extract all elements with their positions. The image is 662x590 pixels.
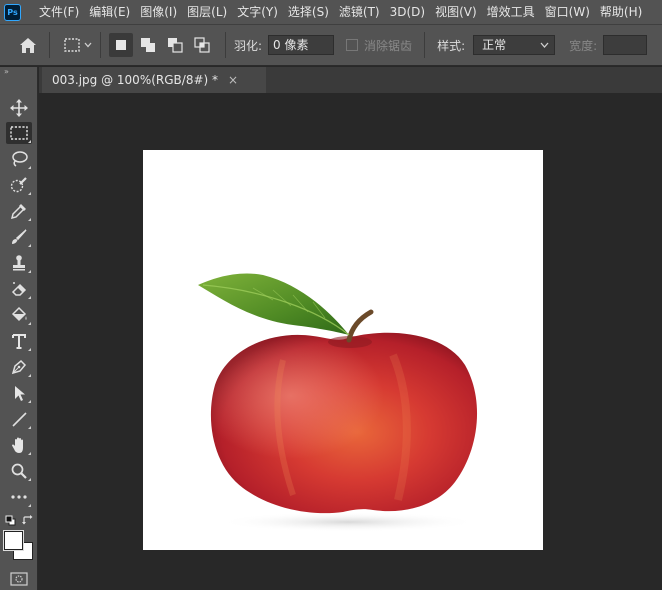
divider (424, 32, 426, 58)
menu-file[interactable]: 文件(F) (34, 0, 84, 24)
hand-tool[interactable] (6, 434, 32, 456)
menu-edit[interactable]: 编辑(E) (84, 0, 135, 24)
width-input[interactable] (603, 35, 648, 55)
new-selection-icon (116, 40, 126, 50)
intersect-selection-button[interactable] (190, 33, 214, 57)
menu-select[interactable]: 选择(S) (283, 0, 334, 24)
stamp-icon (13, 255, 25, 271)
style-select-value: 正常 (482, 38, 507, 52)
antialias-label: 消除锯齿 (364, 38, 413, 53)
eyedropper-icon (10, 204, 26, 220)
menu-plugins[interactable]: 增效工具 (482, 0, 540, 24)
canvas-workspace[interactable] (39, 93, 662, 590)
quick-selection-icon (10, 177, 27, 193)
add-selection-icon (141, 38, 155, 52)
divider (225, 32, 226, 58)
brush-tool[interactable] (6, 226, 32, 248)
chevron-down-icon (84, 42, 92, 48)
home-icon (20, 37, 36, 53)
menu-window[interactable]: 窗口(W) (540, 0, 595, 24)
lasso-icon (12, 151, 28, 167)
feather-input[interactable]: 0 像素 (268, 35, 335, 55)
tools-panel: » (0, 67, 38, 590)
menu-3d[interactable]: 3D(D) (385, 0, 430, 24)
menu-image[interactable]: 图像(I) (135, 0, 182, 24)
menu-help[interactable]: 帮助(H) (595, 0, 647, 24)
feather-label: 羽化: (234, 38, 263, 53)
type-tool[interactable] (6, 330, 32, 352)
tool-preset-picker[interactable] (64, 38, 92, 52)
quick-selection-tool[interactable] (6, 174, 32, 196)
menu-type[interactable]: 文字(Y) (232, 0, 283, 24)
width-label: 宽度: (569, 38, 598, 53)
collapse-panel-button[interactable]: » (0, 67, 37, 77)
hand-icon (12, 437, 23, 453)
intersect-selection-icon (194, 37, 210, 53)
marquee-preset-icon (64, 38, 80, 52)
style-select[interactable]: 正常 (473, 35, 556, 55)
photoshop-logo-icon: Ps (4, 3, 21, 21)
subtract-selection-icon (168, 38, 183, 53)
document-tab-title: 003.jpg @ 100%(RGB/8#) * (52, 73, 219, 87)
chevron-down-icon (540, 42, 549, 48)
line-icon (12, 412, 27, 427)
foreground-color-swatch[interactable] (3, 530, 24, 551)
paint-bucket-tool[interactable] (6, 304, 32, 326)
clone-stamp-tool[interactable] (6, 252, 32, 274)
lasso-tool[interactable] (6, 148, 32, 170)
divider (49, 32, 50, 58)
path-selection-tool[interactable] (6, 382, 32, 404)
home-button[interactable] (15, 32, 41, 58)
menu-view[interactable]: 视图(V) (430, 0, 482, 24)
move-tool[interactable] (6, 97, 32, 119)
swap-colors-icon[interactable] (22, 515, 33, 526)
menu-bar: Ps 文件(F) 编辑(E) 图像(I) 图层(L) 文字(Y) 选择(S) 滤… (0, 0, 662, 24)
document-tab-bar: 003.jpg @ 100%(RGB/8#) * × (39, 67, 662, 93)
brush-icon (12, 229, 27, 244)
menu-filter[interactable]: 滤镜(T) (334, 0, 385, 24)
close-tab-button[interactable]: × (228, 73, 238, 87)
apple-image (198, 273, 478, 532)
new-selection-button[interactable] (109, 33, 133, 57)
add-to-selection-button[interactable] (136, 33, 160, 57)
type-icon (12, 334, 26, 349)
line-tool[interactable] (6, 408, 32, 430)
divider (100, 32, 101, 58)
default-colors-icon[interactable] (5, 515, 16, 526)
magnifier-icon (11, 463, 27, 479)
marquee-icon (10, 126, 28, 140)
pen-tool[interactable] (6, 356, 32, 378)
antialias-checkbox[interactable] (346, 39, 359, 51)
eraser-tool[interactable] (6, 278, 32, 300)
eyedropper-tool[interactable] (6, 200, 32, 222)
move-icon (10, 99, 28, 117)
arrow-pointer-icon (15, 386, 25, 401)
more-icon (11, 495, 27, 499)
pen-icon (11, 359, 27, 375)
paint-bucket-icon (11, 306, 27, 322)
menu-layer[interactable]: 图层(L) (182, 0, 232, 24)
quick-mask-icon[interactable] (10, 572, 28, 586)
subtract-from-selection-button[interactable] (163, 33, 187, 57)
zoom-tool[interactable] (6, 460, 32, 482)
rectangular-marquee-tool[interactable] (6, 122, 32, 144)
options-bar: 羽化: 0 像素 消除锯齿 样式: 正常 宽度: (0, 24, 662, 66)
style-label: 样式: (437, 38, 466, 53)
more-tools[interactable] (6, 486, 32, 508)
document-canvas[interactable] (143, 150, 543, 550)
eraser-icon (11, 282, 27, 296)
document-tab[interactable]: 003.jpg @ 100%(RGB/8#) * × (42, 67, 266, 93)
